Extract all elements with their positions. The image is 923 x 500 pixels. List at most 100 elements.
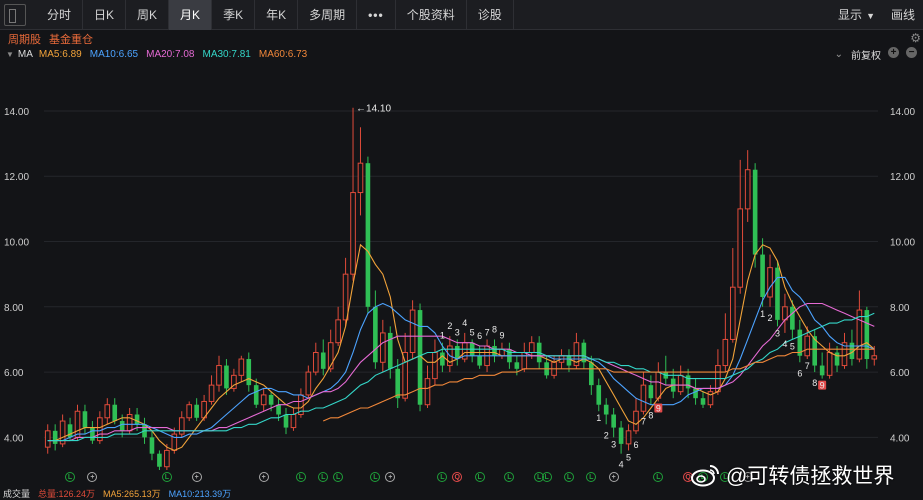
signal-l-icon[interactable]: L <box>295 472 306 482</box>
signal-l-icon[interactable]: L <box>474 472 485 482</box>
candle-body <box>74 410 81 438</box>
candle-body <box>603 404 609 415</box>
sequence-label: 4 <box>462 318 467 328</box>
y-tick-right: 4.00 <box>890 433 910 444</box>
tab-more[interactable]: ••• <box>357 0 396 30</box>
zoom-out-icon[interactable]: − <box>906 47 917 58</box>
concept-link-fund-holdings[interactable]: 基金重仓 <box>49 31 93 47</box>
layout-toggle-button[interactable] <box>4 3 26 26</box>
sequence-label: 5 <box>790 341 795 351</box>
signal-l-icon[interactable]: L <box>563 472 574 482</box>
y-tick-left: 12.00 <box>4 172 29 183</box>
chevron-down-icon[interactable]: ⌄ <box>835 49 843 60</box>
signal-l-icon[interactable]: L <box>333 472 344 482</box>
candle-body <box>194 404 199 418</box>
tab-intraday[interactable]: 分时 <box>36 0 84 30</box>
tab-monthly-k[interactable]: 月K <box>169 0 213 30</box>
candle-body <box>767 267 773 298</box>
signal-plus-icon[interactable]: + <box>87 472 98 482</box>
gear-icon[interactable]: ⚙ <box>910 31 921 45</box>
ma20-value: MA20:7.08 <box>146 48 195 60</box>
candle-body <box>335 319 341 344</box>
candle-body <box>760 254 765 298</box>
candle-body <box>246 359 252 386</box>
sequence-label: 7 <box>485 327 490 337</box>
signal-l-icon[interactable]: L <box>65 472 76 482</box>
candle-body <box>208 384 215 402</box>
ma5-value: MA5:6.89 <box>38 48 82 60</box>
candle-body <box>424 378 431 406</box>
candle-body <box>693 388 698 399</box>
tab-stock-profile[interactable]: 个股资料 <box>396 0 467 30</box>
candle-body <box>492 345 497 356</box>
signal-l-icon[interactable]: L <box>370 472 381 482</box>
chevron-down-icon: ▼ <box>866 11 875 21</box>
signal-l-icon[interactable]: L <box>541 472 552 482</box>
zoom-in-icon[interactable]: + <box>888 47 899 58</box>
candle-body <box>380 332 386 363</box>
candle-body <box>157 453 162 467</box>
indicator-bar: ▼ MA MA5:6.89 MA10:6.65 MA20:7.08 MA30:7… <box>0 47 923 62</box>
signal-l-icon[interactable]: L <box>653 472 664 482</box>
annotations: ←14.10←2.48123456789123456789123456789 <box>356 104 827 470</box>
candle-body <box>648 385 654 399</box>
sequence-label: 9 <box>656 403 661 413</box>
tab-multi-period[interactable]: 多周期 <box>298 0 358 30</box>
candle-body <box>834 352 840 366</box>
signal-plus-icon[interactable]: + <box>258 472 269 482</box>
display-menu[interactable]: 显示 ▼ <box>830 6 883 23</box>
candle-body <box>260 394 267 406</box>
signal-q-icon[interactable]: Q <box>452 472 463 482</box>
signal-l-icon[interactable]: L <box>586 472 597 482</box>
sequence-label: 6 <box>797 368 802 378</box>
tab-weekly-k[interactable]: 周K <box>126 0 170 30</box>
candle-body <box>566 355 572 366</box>
tab-quarterly-k[interactable]: 季K <box>212 0 256 30</box>
tab-yearly-k[interactable]: 年K <box>255 0 299 30</box>
candle-body <box>402 351 408 399</box>
sequence-label: 2 <box>768 313 773 323</box>
tab-diagnosis[interactable]: 诊股 <box>467 0 514 30</box>
draw-line-button[interactable]: 画线 <box>883 6 923 23</box>
signal-l-icon[interactable]: L <box>504 472 515 482</box>
y-tick-left: 4.00 <box>4 433 24 444</box>
signal-plus-icon[interactable]: + <box>191 472 202 482</box>
y-tick-left: 10.00 <box>4 238 29 249</box>
kline-chart[interactable]: 14.0012.0010.008.006.004.00 14.0012.0010… <box>0 62 923 470</box>
signal-plus-icon[interactable]: + <box>385 472 396 482</box>
candle-body <box>589 362 594 386</box>
candle-body <box>178 417 185 435</box>
sequence-label: 7 <box>805 361 810 371</box>
candle-body <box>342 273 349 321</box>
chevron-down-icon[interactable]: ▼ <box>6 50 14 59</box>
candle-body <box>216 365 222 386</box>
display-label: 显示 <box>838 8 863 22</box>
candle-body <box>440 352 445 366</box>
signal-l-icon[interactable]: L <box>318 472 329 482</box>
signal-plus-icon[interactable]: + <box>608 472 619 482</box>
candle-body <box>276 404 281 415</box>
sequence-label: 7 <box>641 417 646 427</box>
price-adjust-select[interactable]: 前复权 <box>851 47 881 62</box>
candle-body <box>677 374 684 393</box>
sequence-label: 5 <box>470 327 475 337</box>
candle-body <box>283 414 289 428</box>
tab-daily-k[interactable]: 日K <box>83 0 127 30</box>
candle-body <box>528 342 535 353</box>
sequence-label: 4 <box>782 339 787 349</box>
sequence-label: 8 <box>812 378 817 388</box>
sequence-label: 5 <box>626 452 631 462</box>
candle-body <box>119 421 125 431</box>
candle-body <box>312 351 319 373</box>
signal-l-icon[interactable]: L <box>161 472 172 482</box>
candle-body <box>625 430 632 445</box>
sequence-label: 3 <box>775 328 780 338</box>
candle-body <box>44 430 51 448</box>
indicator-name[interactable]: MA <box>18 49 33 60</box>
signal-l-icon[interactable]: L <box>437 472 448 482</box>
candle-body <box>729 286 736 340</box>
candle-body <box>790 306 795 330</box>
candle-body <box>365 163 371 307</box>
sequence-label: 2 <box>447 321 452 331</box>
concept-link-cyclical[interactable]: 周期股 <box>8 31 41 47</box>
